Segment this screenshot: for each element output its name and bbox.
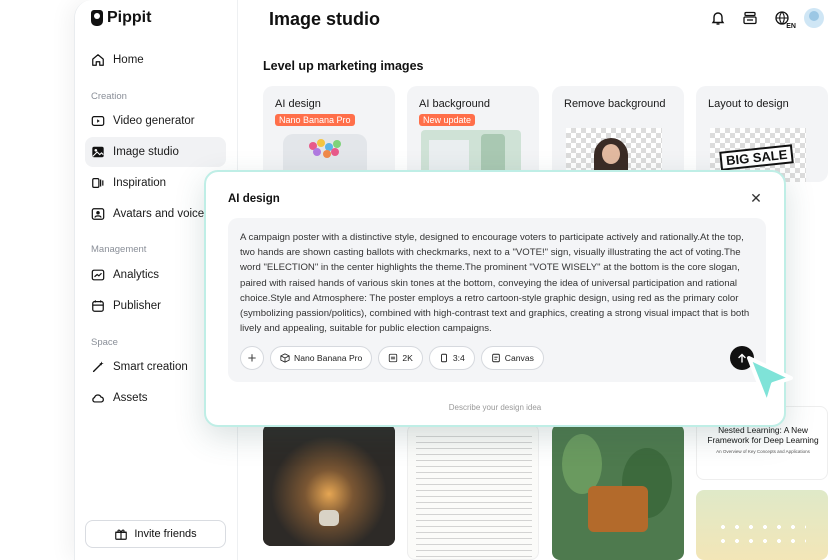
- bell-icon[interactable]: [708, 8, 728, 28]
- aspect-ratio-select-button[interactable]: 3:4: [428, 346, 475, 370]
- prompt-toolbar: + Nano Banana Pro 2K 3:4 Canvas: [240, 346, 544, 370]
- stack-icon[interactable]: [740, 8, 760, 28]
- home-icon: [91, 53, 105, 67]
- invite-friends-label: Invite friends: [134, 528, 197, 540]
- sidebar-item-label: Video generator: [113, 115, 195, 127]
- paper-title: Nested Learning: A New Framework for Dee…: [707, 425, 819, 445]
- canvas-button[interactable]: Canvas: [480, 346, 544, 370]
- user-avatar[interactable]: [804, 8, 824, 28]
- plus-icon: +: [247, 349, 257, 367]
- sidebar-item-home[interactable]: Home: [85, 45, 226, 75]
- modal-hint: Describe your design idea: [448, 403, 542, 412]
- gift-icon: [114, 527, 128, 541]
- modal-title: AI design: [228, 193, 280, 205]
- section-title: Level up marketing images: [263, 59, 424, 73]
- invite-friends-button[interactable]: Invite friends: [85, 520, 226, 548]
- page-title: Image studio: [269, 9, 381, 29]
- brand-logo[interactable]: Pippit: [91, 9, 151, 27]
- gallery-item-handbag[interactable]: [552, 424, 684, 560]
- inspiration-icon: [91, 176, 105, 190]
- resolution-select-button[interactable]: 2K: [378, 346, 423, 370]
- cube-icon: [280, 353, 290, 363]
- prompt-input[interactable]: A campaign poster with a distinctive sty…: [228, 218, 766, 382]
- card-label: Layout to design: [708, 98, 789, 110]
- image-studio-icon: [91, 145, 105, 159]
- aspect-ratio-label: 3:4: [452, 353, 465, 363]
- header-actions: EN: [708, 8, 824, 30]
- ai-design-modal: AI design ✕ A campaign poster with a dis…: [204, 170, 786, 427]
- video-generator-icon: [91, 114, 105, 128]
- sidebar-item-label: Avatars and voices: [113, 208, 210, 220]
- sidebar-item-video-generator[interactable]: Video generator: [85, 106, 226, 136]
- card-layout-to-design[interactable]: Layout to design BIG SALE: [696, 86, 828, 182]
- pointer-cursor-icon: [747, 356, 793, 406]
- brand-name: Pippit: [107, 9, 152, 26]
- card-label: AI design: [275, 98, 321, 110]
- language-badge: EN: [786, 23, 796, 30]
- gallery-item-worksheet[interactable]: [407, 424, 539, 560]
- card-badge: Nano Banana Pro: [275, 114, 355, 126]
- pippit-logo-icon: [91, 10, 103, 26]
- card-remove-background[interactable]: Remove background: [552, 86, 684, 182]
- cloud-icon: [91, 391, 105, 405]
- sidebar-item-image-studio[interactable]: Image studio: [85, 137, 226, 167]
- close-icon[interactable]: ✕: [748, 190, 764, 206]
- card-ai-background[interactable]: AI background New update: [407, 86, 539, 182]
- paper-subtitle: An Overview of Key Concepts and Applicat…: [716, 449, 810, 454]
- sidebar-item-label: Home: [113, 54, 144, 66]
- big-sale-text: BIG SALE: [719, 144, 795, 171]
- card-badge: New update: [419, 114, 476, 126]
- gallery-item-lamp[interactable]: [263, 424, 395, 546]
- sidebar-item-label: Image studio: [113, 146, 179, 158]
- resolution-label: 2K: [402, 353, 413, 363]
- section-label-space: Space: [91, 337, 118, 348]
- canvas-label: Canvas: [504, 353, 534, 363]
- prompt-text[interactable]: A campaign poster with a distinctive sty…: [240, 230, 754, 336]
- model-select-button[interactable]: Nano Banana Pro: [270, 346, 373, 370]
- gallery-item-flowers[interactable]: [696, 490, 828, 560]
- sidebar-item-label: Smart creation: [113, 361, 188, 373]
- sidebar-item-label: Inspiration: [113, 177, 167, 189]
- analytics-icon: [91, 268, 105, 282]
- sidebar-item-label: Publisher: [113, 300, 161, 312]
- model-label: Nano Banana Pro: [294, 353, 363, 363]
- canvas-icon: [492, 353, 500, 363]
- section-label-management: Management: [91, 244, 147, 255]
- card-label: Remove background: [564, 98, 666, 110]
- aspect-ratio-icon: [440, 353, 447, 363]
- language-globe-icon[interactable]: EN: [772, 8, 796, 30]
- sidebar-item-label: Assets: [113, 392, 148, 404]
- avatar-icon: [91, 207, 105, 221]
- magic-wand-icon: [91, 360, 105, 374]
- add-attachment-button[interactable]: +: [240, 346, 264, 370]
- section-label-creation: Creation: [91, 91, 127, 102]
- card-label: AI background: [419, 98, 490, 110]
- card-ai-design[interactable]: AI design Nano Banana Pro: [263, 86, 395, 182]
- calendar-icon: [91, 299, 105, 313]
- resolution-icon: [389, 353, 398, 363]
- sidebar-item-label: Analytics: [113, 269, 160, 281]
